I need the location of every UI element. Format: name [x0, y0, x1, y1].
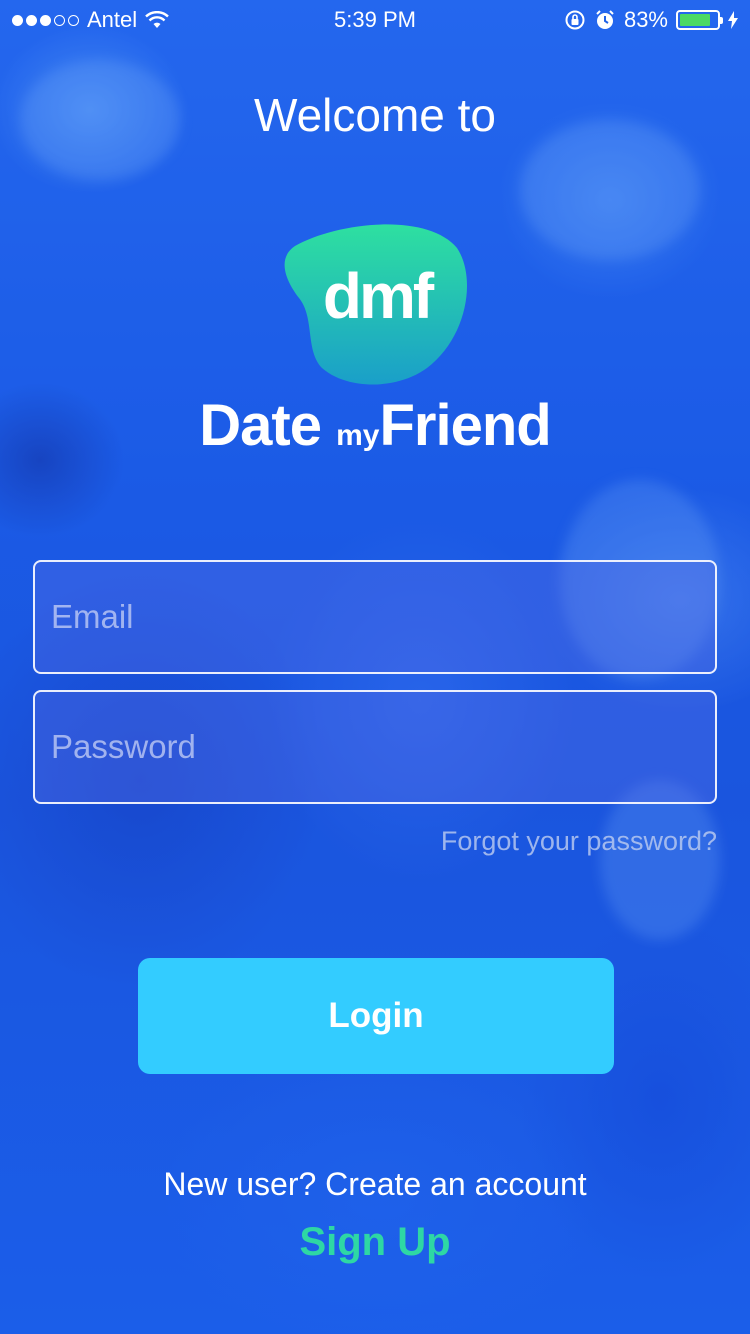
alarm-icon — [596, 10, 614, 29]
brand-date: Date — [199, 393, 322, 458]
brand-name: Date myFriend — [0, 392, 750, 459]
welcome-heading: Welcome to — [253, 89, 497, 141]
signal-dots-icon — [12, 14, 79, 26]
password-input[interactable] — [49, 727, 701, 767]
battery-icon — [676, 10, 723, 30]
email-input[interactable] — [49, 597, 701, 637]
status-left: Antel — [12, 7, 232, 33]
orientation-lock-icon — [565, 10, 585, 30]
logo-mark-text: dmf — [323, 260, 435, 332]
carrier-name: Antel — [87, 7, 138, 32]
dmf-logo-icon: dmf — [284, 224, 467, 385]
status-right: 83% — [518, 7, 738, 33]
charging-bolt-icon — [728, 11, 738, 29]
logo: dmf — [0, 218, 750, 388]
brand-friend: Friend — [379, 393, 551, 458]
sign-up-link[interactable]: Sign Up — [0, 1220, 750, 1265]
login-screen: Antel 5:39 PM 83% Welcome to dmf Date my… — [0, 0, 750, 1334]
login-button[interactable]: Login — [138, 958, 614, 1074]
email-field-container — [33, 560, 717, 674]
brand-my: my — [336, 419, 380, 452]
battery-percent: 83% — [623, 7, 668, 32]
wifi-icon — [145, 11, 169, 28]
forgot-password-link[interactable]: Forgot your password? — [441, 826, 717, 857]
password-field-container — [33, 690, 717, 804]
new-user-text: New user? Create an account — [163, 1166, 587, 1202]
status-bar: Antel 5:39 PM 83% — [0, 0, 750, 40]
